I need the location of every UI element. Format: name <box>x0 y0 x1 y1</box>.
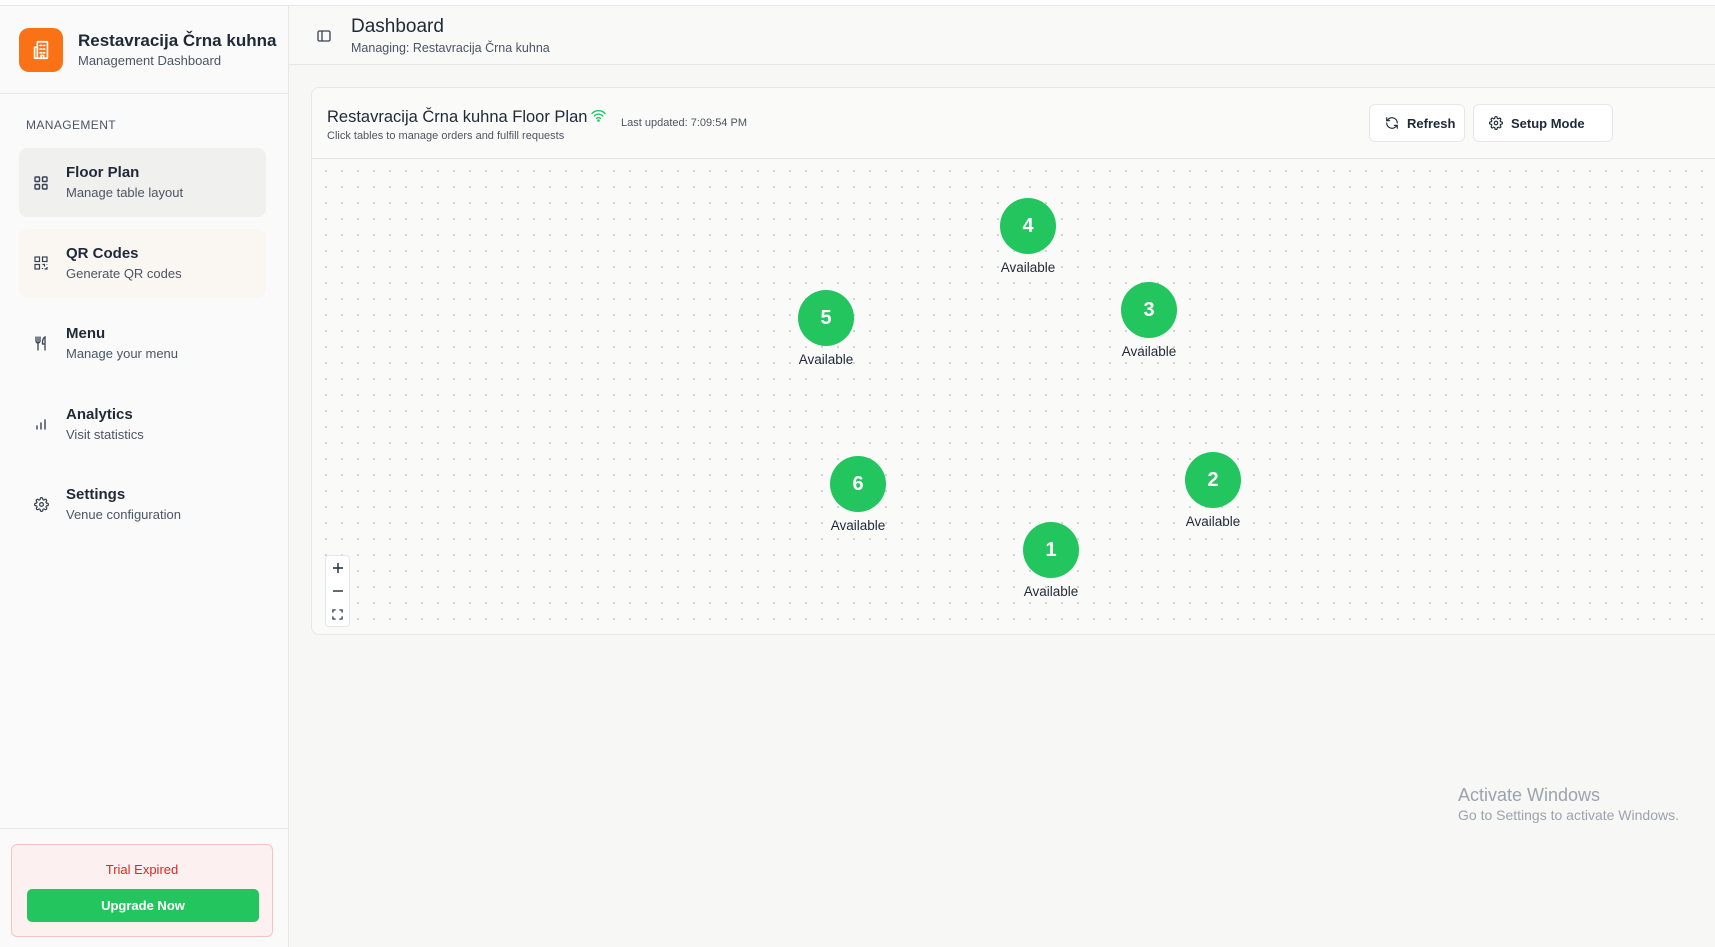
refresh-label: Refresh <box>1407 115 1456 131</box>
sidebar-item-menu[interactable]: Menu Manage your menu <box>19 309 266 378</box>
floor-plan-subtitle: Click tables to manage orders and fulfil… <box>327 130 565 142</box>
page-title: Dashboard <box>351 16 444 37</box>
sidebar-item-title: Floor Plan <box>66 164 140 181</box>
windows-activation-watermark: Activate Windows Go to Settings to activ… <box>1458 784 1679 824</box>
section-label: MANAGEMENT <box>26 118 117 132</box>
floor-plan-canvas[interactable]: 4 Available 3 Available 5 Available 6 Av… <box>312 159 1715 634</box>
sidebar-item-subtitle: Venue configuration <box>66 507 181 522</box>
table-2[interactable]: 2 Available <box>1178 452 1248 530</box>
setup-mode-label: Setup Mode <box>1511 115 1585 131</box>
table-status: Available <box>1023 584 1079 599</box>
refresh-button[interactable]: Refresh <box>1369 104 1465 142</box>
watermark-subtitle: Go to Settings to activate Windows. <box>1458 807 1679 823</box>
table-status: Available <box>798 352 854 367</box>
sidebar-item-subtitle: Manage table layout <box>66 185 184 200</box>
sidebar-item-title: Analytics <box>66 405 133 423</box>
page-header: Dashboard Managing: Restavracija Črna ku… <box>289 6 1715 65</box>
refresh-icon <box>1386 117 1398 129</box>
sidebar-toggle-icon[interactable] <box>316 28 332 44</box>
table-status: Available <box>830 518 886 533</box>
last-updated: Last updated: 7:09:54 PM <box>621 117 747 129</box>
grid-icon <box>33 175 49 191</box>
sidebar-item-title: Settings <box>66 486 126 503</box>
sidebar-item-analytics[interactable]: Analytics Visit statistics <box>19 390 266 459</box>
table-number: 2 <box>1185 452 1241 508</box>
trial-status: Trial Expired <box>105 862 179 877</box>
sidebar-item-settings[interactable]: Settings Venue configuration <box>19 470 266 539</box>
sidebar-nav: Floor Plan Manage table layout QR Codes … <box>0 148 288 539</box>
watermark-title: Activate Windows <box>1458 785 1601 805</box>
sidebar: Restavracija Črna kuhna Management Dashb… <box>0 6 289 947</box>
table-number: 4 <box>1000 198 1056 254</box>
table-number: 6 <box>830 456 886 512</box>
table-status: Available <box>1185 514 1241 529</box>
sidebar-item-subtitle: Manage your menu <box>66 346 179 361</box>
table-status: Available <box>1121 344 1177 359</box>
brand-subtitle: Management Dashboard <box>78 52 222 68</box>
zoom-in-icon[interactable] <box>326 556 349 580</box>
sidebar-item-qr-codes[interactable]: QR Codes Generate QR codes <box>19 228 266 298</box>
zoom-out-icon[interactable] <box>326 580 349 604</box>
table-number: 3 <box>1121 282 1177 338</box>
setup-mode-button[interactable]: Setup Mode <box>1473 104 1613 142</box>
table-1[interactable]: 1 Available <box>1016 522 1086 600</box>
sidebar-item-subtitle: Generate QR codes <box>66 265 182 281</box>
zoom-controls <box>325 555 350 627</box>
utensils-icon <box>33 336 49 352</box>
sidebar-footer: Trial Expired Upgrade Now <box>0 828 288 947</box>
building-icon <box>19 27 63 72</box>
floor-plan-card: Restavracija Črna kuhna Floor Plan Last … <box>311 87 1715 635</box>
table-6[interactable]: 6 Available <box>823 456 893 534</box>
fit-view-icon[interactable] <box>326 603 349 627</box>
table-number: 1 <box>1023 522 1079 578</box>
bar-chart-icon <box>33 416 49 432</box>
floor-plan-header: Restavracija Črna kuhna Floor Plan Last … <box>312 88 1715 159</box>
table-3[interactable]: 3 Available <box>1114 282 1184 360</box>
table-number: 5 <box>798 290 854 346</box>
gear-icon <box>33 497 49 513</box>
sidebar-item-title: QR Codes <box>66 244 139 262</box>
trial-banner: Trial Expired Upgrade Now <box>11 844 273 937</box>
table-5[interactable]: 5 Available <box>791 290 861 368</box>
wifi-icon <box>591 109 606 122</box>
sidebar-item-subtitle: Visit statistics <box>66 426 144 442</box>
page-subtitle: Managing: Restavracija Črna kuhna <box>351 41 550 55</box>
table-status: Available <box>1000 260 1056 275</box>
gear-icon <box>1489 116 1503 130</box>
brand-title: Restavracija Črna kuhna <box>78 30 277 50</box>
brand-header: Restavracija Črna kuhna Management Dashb… <box>0 6 288 94</box>
sidebar-item-title: Menu <box>66 325 106 342</box>
sidebar-item-floor-plan[interactable]: Floor Plan Manage table layout <box>19 148 266 217</box>
floor-plan-title: Restavracija Črna kuhna Floor Plan <box>327 108 588 126</box>
upgrade-button[interactable]: Upgrade Now <box>27 889 259 922</box>
table-4[interactable]: 4 Available <box>993 198 1063 276</box>
qr-code-icon <box>33 255 49 271</box>
